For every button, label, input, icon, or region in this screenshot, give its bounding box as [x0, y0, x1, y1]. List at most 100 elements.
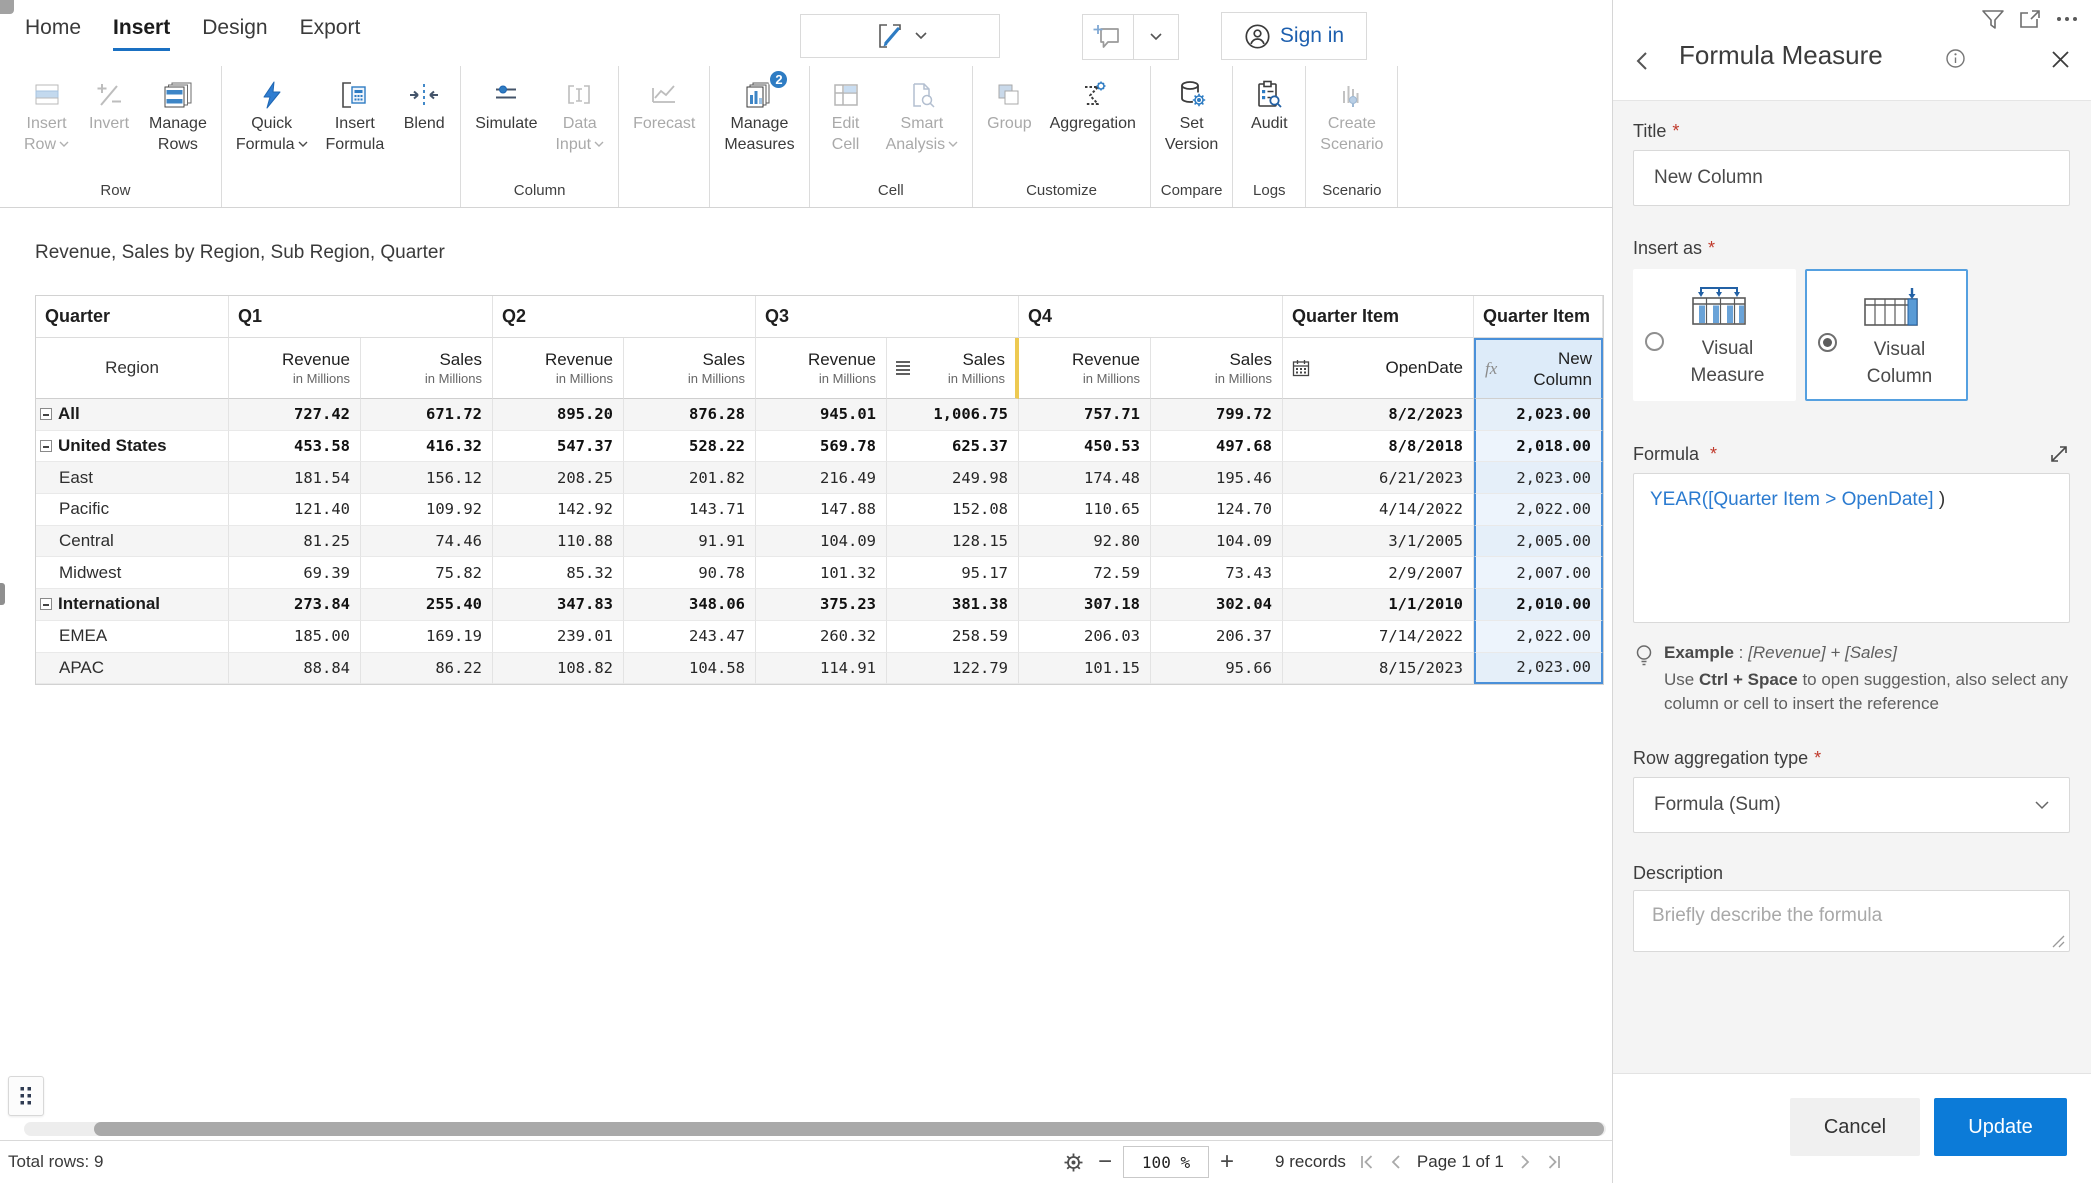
more-options-button[interactable] — [2053, 6, 2081, 32]
open-date-cell[interactable]: 8/8/2018 — [1283, 431, 1474, 463]
tab-design[interactable]: Design — [202, 16, 267, 51]
open-date-cell[interactable]: 8/2/2023 — [1283, 399, 1474, 431]
value-cell[interactable]: 75.82 — [361, 557, 493, 589]
open-date-cell[interactable]: 1/1/2010 — [1283, 589, 1474, 621]
value-cell[interactable]: 152.08 — [887, 494, 1019, 526]
region-cell[interactable]: EMEA — [36, 621, 229, 653]
measure-header[interactable]: Salesin Millions — [1151, 338, 1283, 399]
value-cell[interactable]: 347.83 — [493, 589, 624, 621]
add-comment-button[interactable] — [1082, 14, 1134, 60]
new-column-cell[interactable]: 2,023.00 — [1474, 462, 1603, 494]
region-cell[interactable]: Central — [36, 526, 229, 558]
value-cell[interactable]: 216.49 — [756, 462, 887, 494]
audit-button[interactable]: Audit — [1238, 66, 1300, 134]
new-column-cell[interactable]: 2,023.00 — [1474, 399, 1603, 431]
radio-unselected-icon[interactable] — [1645, 332, 1664, 351]
table-settings-button[interactable] — [1060, 1149, 1087, 1176]
value-cell[interactable]: 143.71 — [624, 494, 756, 526]
measure-header[interactable]: Revenuein Millions — [1019, 338, 1151, 399]
value-cell[interactable]: 260.32 — [756, 621, 887, 653]
region-cell[interactable]: United States — [36, 431, 229, 463]
value-cell[interactable]: 569.78 — [756, 431, 887, 463]
insert-formula-button[interactable]: InsertFormula — [317, 66, 394, 155]
value-cell[interactable]: 72.59 — [1019, 557, 1151, 589]
region-cell[interactable]: East — [36, 462, 229, 494]
open-date-cell[interactable]: 4/14/2022 — [1283, 494, 1474, 526]
visual-measure-option[interactable]: Visual Measure — [1633, 269, 1796, 401]
open-date-cell[interactable]: 8/15/2023 — [1283, 653, 1474, 685]
scrollbar-thumb[interactable] — [94, 1122, 1604, 1136]
value-cell[interactable]: 69.39 — [229, 557, 361, 589]
row-aggregation-select[interactable]: Formula (Sum) — [1633, 777, 2070, 833]
aggregation-button[interactable]: Aggregation — [1041, 66, 1145, 134]
value-cell[interactable]: 81.25 — [229, 526, 361, 558]
value-cell[interactable]: 249.98 — [887, 462, 1019, 494]
measure-header[interactable]: Salesin Millions — [624, 338, 756, 399]
value-cell[interactable]: 895.20 — [493, 399, 624, 431]
info-icon[interactable] — [1945, 48, 1966, 69]
new-column-cell[interactable]: 2,022.00 — [1474, 621, 1603, 653]
set-version-button[interactable]: SetVersion — [1156, 66, 1227, 155]
manage-measures-button[interactable]: 2ManageMeasures — [715, 66, 803, 155]
expand-panel-button[interactable] — [2016, 6, 2044, 32]
value-cell[interactable]: 208.25 — [493, 462, 624, 494]
value-cell[interactable]: 416.32 — [361, 431, 493, 463]
value-cell[interactable]: 671.72 — [361, 399, 493, 431]
value-cell[interactable]: 307.18 — [1019, 589, 1151, 621]
tab-insert[interactable]: Insert — [113, 16, 170, 51]
value-cell[interactable]: 206.37 — [1151, 621, 1283, 653]
value-cell[interactable]: 169.19 — [361, 621, 493, 653]
value-cell[interactable]: 727.42 — [229, 399, 361, 431]
last-page-button[interactable] — [1544, 1152, 1564, 1172]
measure-header[interactable]: Salesin Millions — [887, 338, 1019, 399]
value-cell[interactable]: 121.40 — [229, 494, 361, 526]
value-cell[interactable]: 201.82 — [624, 462, 756, 494]
tab-export[interactable]: Export — [300, 16, 361, 51]
region-cell[interactable]: International — [36, 589, 229, 621]
value-cell[interactable]: 255.40 — [361, 589, 493, 621]
formula-editor[interactable]: YEAR([Quarter Item > OpenDate] ) — [1633, 473, 2070, 623]
value-cell[interactable]: 243.47 — [624, 621, 756, 653]
data-grid-button[interactable] — [8, 1076, 44, 1116]
value-cell[interactable]: 757.71 — [1019, 399, 1151, 431]
blend-button[interactable]: Blend — [393, 66, 455, 134]
visual-column-option[interactable]: Visual Column — [1805, 269, 1968, 401]
new-column-cell[interactable]: 2,010.00 — [1474, 589, 1603, 621]
value-cell[interactable]: 95.17 — [887, 557, 1019, 589]
value-cell[interactable]: 945.01 — [756, 399, 887, 431]
open-date-header[interactable]: OpenDate — [1283, 338, 1474, 399]
first-page-button[interactable] — [1357, 1152, 1377, 1172]
open-date-cell[interactable]: 3/1/2005 — [1283, 526, 1474, 558]
value-cell[interactable]: 104.58 — [624, 653, 756, 685]
cancel-button[interactable]: Cancel — [1790, 1098, 1920, 1156]
horizontal-scrollbar[interactable] — [24, 1122, 1606, 1136]
comment-dropdown-button[interactable] — [1133, 14, 1179, 60]
value-cell[interactable]: 1,006.75 — [887, 399, 1019, 431]
value-cell[interactable]: 528.22 — [624, 431, 756, 463]
collapse-icon[interactable] — [40, 440, 52, 452]
value-cell[interactable]: 124.70 — [1151, 494, 1283, 526]
next-page-button[interactable] — [1517, 1152, 1533, 1172]
value-cell[interactable]: 101.15 — [1019, 653, 1151, 685]
value-cell[interactable]: 74.46 — [361, 526, 493, 558]
value-cell[interactable]: 92.80 — [1019, 526, 1151, 558]
edit-mode-button[interactable] — [800, 14, 1000, 58]
title-input[interactable] — [1633, 150, 2070, 206]
value-cell[interactable]: 73.43 — [1151, 557, 1283, 589]
value-cell[interactable]: 375.23 — [756, 589, 887, 621]
value-cell[interactable]: 101.32 — [756, 557, 887, 589]
collapse-icon[interactable] — [40, 598, 52, 610]
value-cell[interactable]: 185.00 — [229, 621, 361, 653]
zoom-level-input[interactable]: 100 % — [1123, 1146, 1209, 1178]
value-cell[interactable]: 206.03 — [1019, 621, 1151, 653]
collapse-icon[interactable] — [40, 408, 52, 420]
value-cell[interactable]: 348.06 — [624, 589, 756, 621]
value-cell[interactable]: 91.91 — [624, 526, 756, 558]
value-cell[interactable]: 110.88 — [493, 526, 624, 558]
value-cell[interactable]: 497.68 — [1151, 431, 1283, 463]
value-cell[interactable]: 104.09 — [756, 526, 887, 558]
value-cell[interactable]: 195.46 — [1151, 462, 1283, 494]
value-cell[interactable]: 876.28 — [624, 399, 756, 431]
value-cell[interactable]: 109.92 — [361, 494, 493, 526]
measure-header[interactable]: Revenuein Millions — [756, 338, 887, 399]
